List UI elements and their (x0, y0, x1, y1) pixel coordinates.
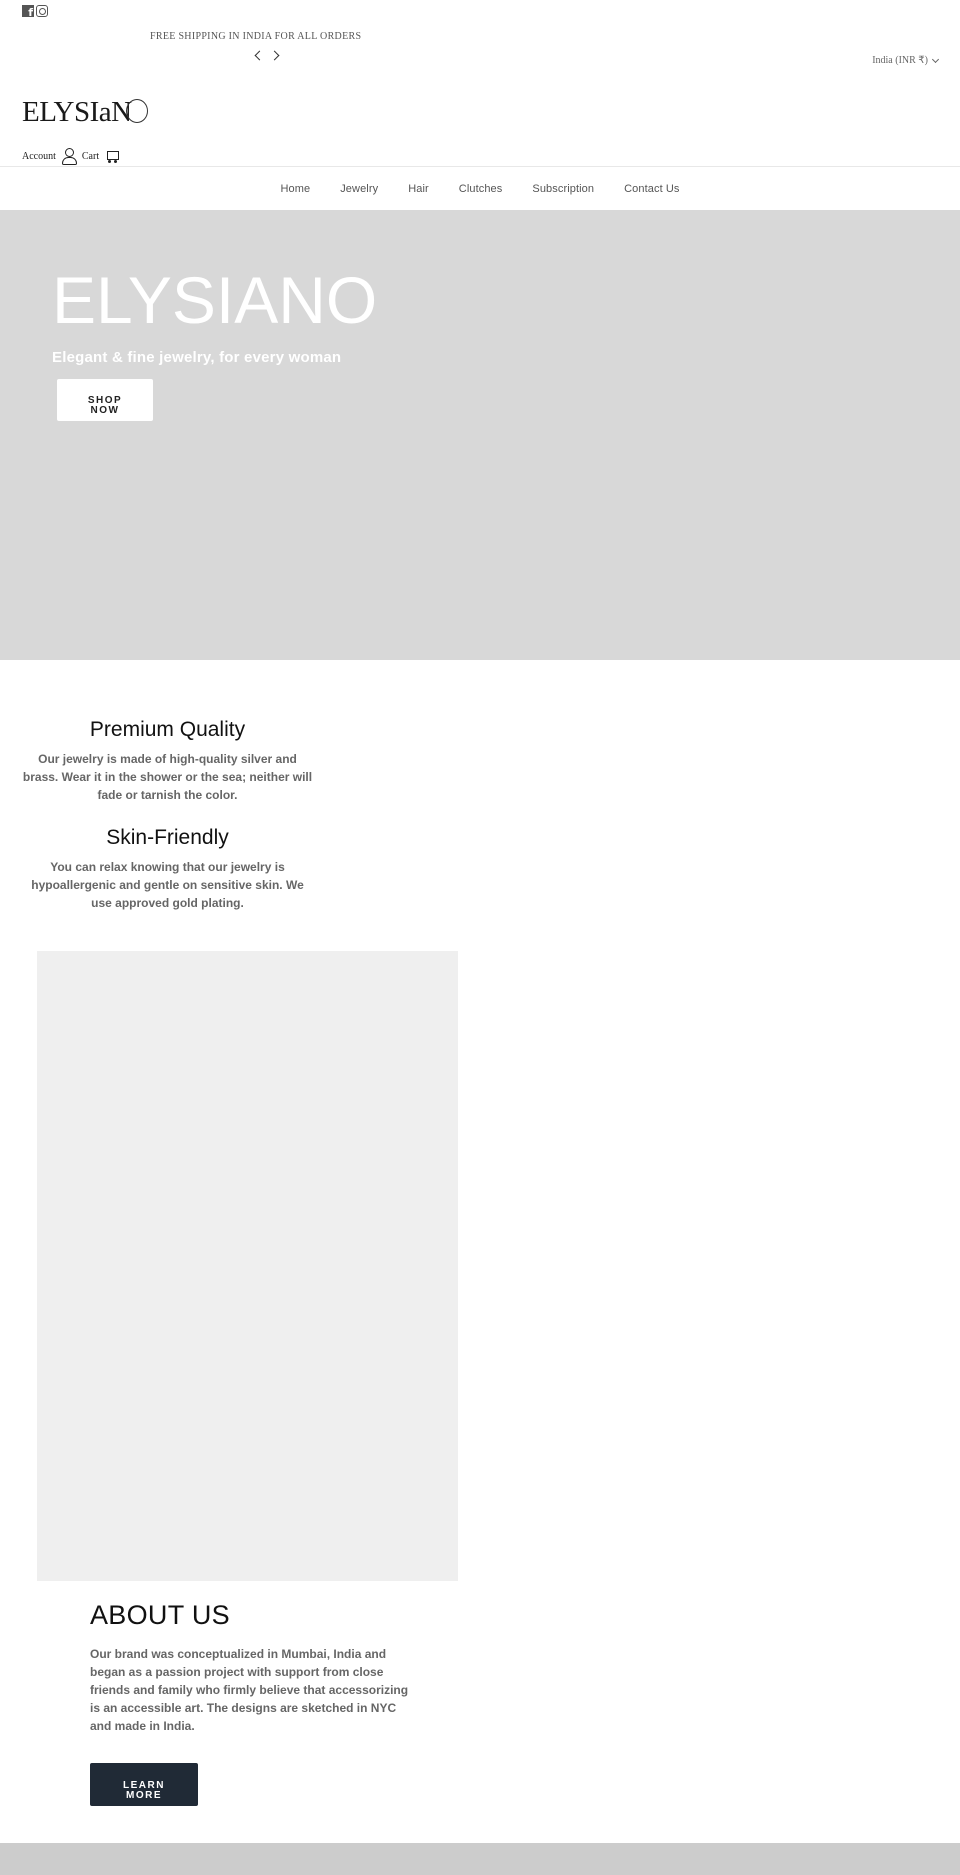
about-text: Our brand was conceptualized in Mumbai, … (90, 1647, 409, 1733)
feature-title: Skin-Friendly (106, 826, 229, 849)
footer-band (0, 1843, 960, 1875)
nav-item-contact-us[interactable]: Contact Us (609, 183, 694, 195)
hero-banner: ELYSIANO Elegant & fine jewelry, for eve… (0, 210, 960, 660)
account-link[interactable]: Account (22, 151, 56, 162)
account-cart-row: Account Cart (22, 148, 120, 165)
about-title: ABOUT US (90, 1600, 230, 1630)
announcement-text: FREE SHIPPING IN INDIA FOR ALL ORDERS (150, 31, 362, 42)
logo-o-glyph (125, 99, 148, 123)
shop-now-button[interactable]: SHOP NOW (57, 379, 153, 421)
logo[interactable]: ELYSIaN (22, 96, 148, 129)
hero-title: ELYSIANO (52, 263, 378, 337)
nav-item-clutches[interactable]: Clutches (444, 183, 518, 195)
feature-text: Our jewelry is made of high-quality silv… (22, 752, 313, 802)
nav-item-jewelry[interactable]: Jewelry (325, 183, 393, 195)
nav-item-subscription[interactable]: Subscription (517, 183, 609, 195)
facebook-icon[interactable] (22, 5, 34, 19)
about-section: ABOUT US Our brand was conceptualized in… (90, 1600, 420, 1735)
cart-link[interactable]: Cart (82, 151, 99, 162)
learn-more-button[interactable]: LEARN MORE (90, 1763, 198, 1806)
cart-icon[interactable] (104, 148, 120, 164)
hero-subtitle: Elegant & fine jewelry, for every woman (52, 349, 342, 366)
feature-premium-quality: Premium Quality Our jewelry is made of h… (20, 718, 315, 804)
feature-skin-friendly: Skin-Friendly You can relax knowing that… (20, 826, 315, 912)
social-links (22, 5, 48, 19)
user-icon[interactable] (61, 148, 77, 165)
nav-item-hair[interactable]: Hair (393, 183, 444, 195)
currency-label: India (INR ₹) (872, 55, 928, 66)
main-nav: Home Jewelry Hair Clutches Subscription … (0, 166, 960, 210)
about-image-placeholder (37, 951, 458, 1581)
nav-item-home[interactable]: Home (265, 183, 325, 195)
chevron-right-icon[interactable] (271, 50, 281, 60)
shop-now-label-line2: NOW (90, 404, 120, 416)
chevron-left-icon[interactable] (253, 50, 263, 60)
learn-more-label-line2: MORE (126, 1789, 162, 1801)
chevron-down-icon (931, 55, 940, 63)
currency-selector[interactable]: India (INR ₹) (872, 55, 940, 66)
feature-title: Premium Quality (89, 718, 246, 741)
announcement-controls (253, 50, 281, 60)
logo-text: ELYSIaN (22, 96, 132, 128)
feature-text: You can relax knowing that our jewelry i… (31, 860, 304, 910)
instagram-icon[interactable] (36, 5, 48, 17)
